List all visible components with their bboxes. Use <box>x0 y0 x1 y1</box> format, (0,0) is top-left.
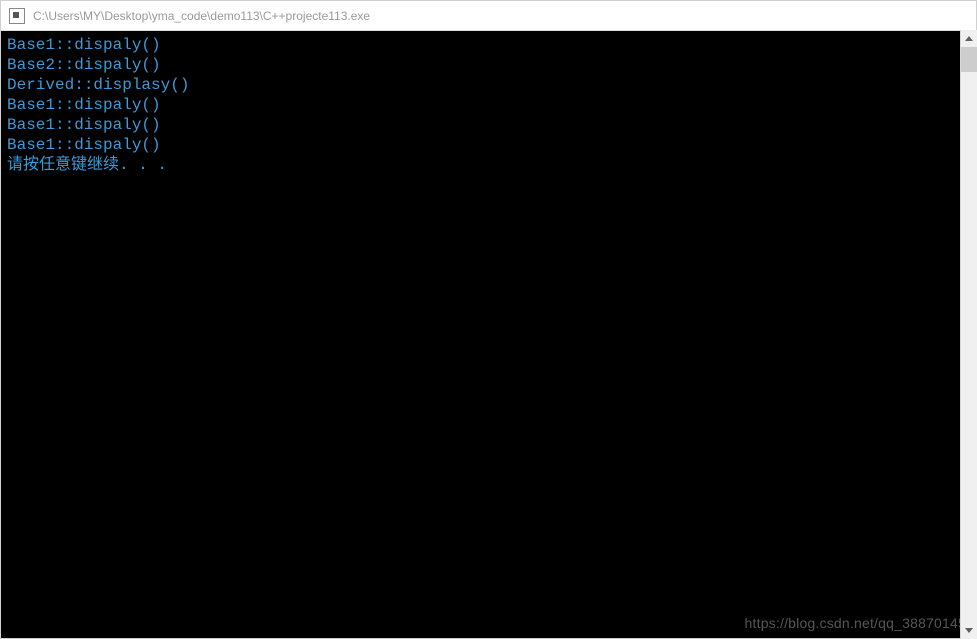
console-output-area[interactable]: Base1::dispaly() Base2::dispaly() Derive… <box>1 31 976 638</box>
console-line: Derived::displasy() <box>7 75 970 95</box>
window-title: C:\Users\MY\Desktop\yma_code\demo113\C++… <box>33 9 370 23</box>
app-icon <box>9 8 25 24</box>
vertical-scrollbar[interactable] <box>960 30 977 639</box>
titlebar[interactable]: C:\Users\MY\Desktop\yma_code\demo113\C++… <box>1 1 976 31</box>
console-line: Base1::dispaly() <box>7 35 970 55</box>
scroll-track[interactable] <box>961 47 977 622</box>
watermark-text: https://blog.csdn.net/qq_38870145 <box>745 615 966 633</box>
console-line: Base1::dispaly() <box>7 95 970 115</box>
scroll-down-button[interactable] <box>961 622 977 639</box>
console-line: 请按任意键继续. . . <box>7 155 970 175</box>
chevron-up-icon <box>965 36 973 41</box>
console-window: C:\Users\MY\Desktop\yma_code\demo113\C++… <box>0 0 977 639</box>
scroll-thumb[interactable] <box>961 47 977 72</box>
chevron-down-icon <box>965 628 973 633</box>
scroll-up-button[interactable] <box>961 30 977 47</box>
console-line: Base2::dispaly() <box>7 55 970 75</box>
console-line: Base1::dispaly() <box>7 135 970 155</box>
console-line: Base1::dispaly() <box>7 115 970 135</box>
